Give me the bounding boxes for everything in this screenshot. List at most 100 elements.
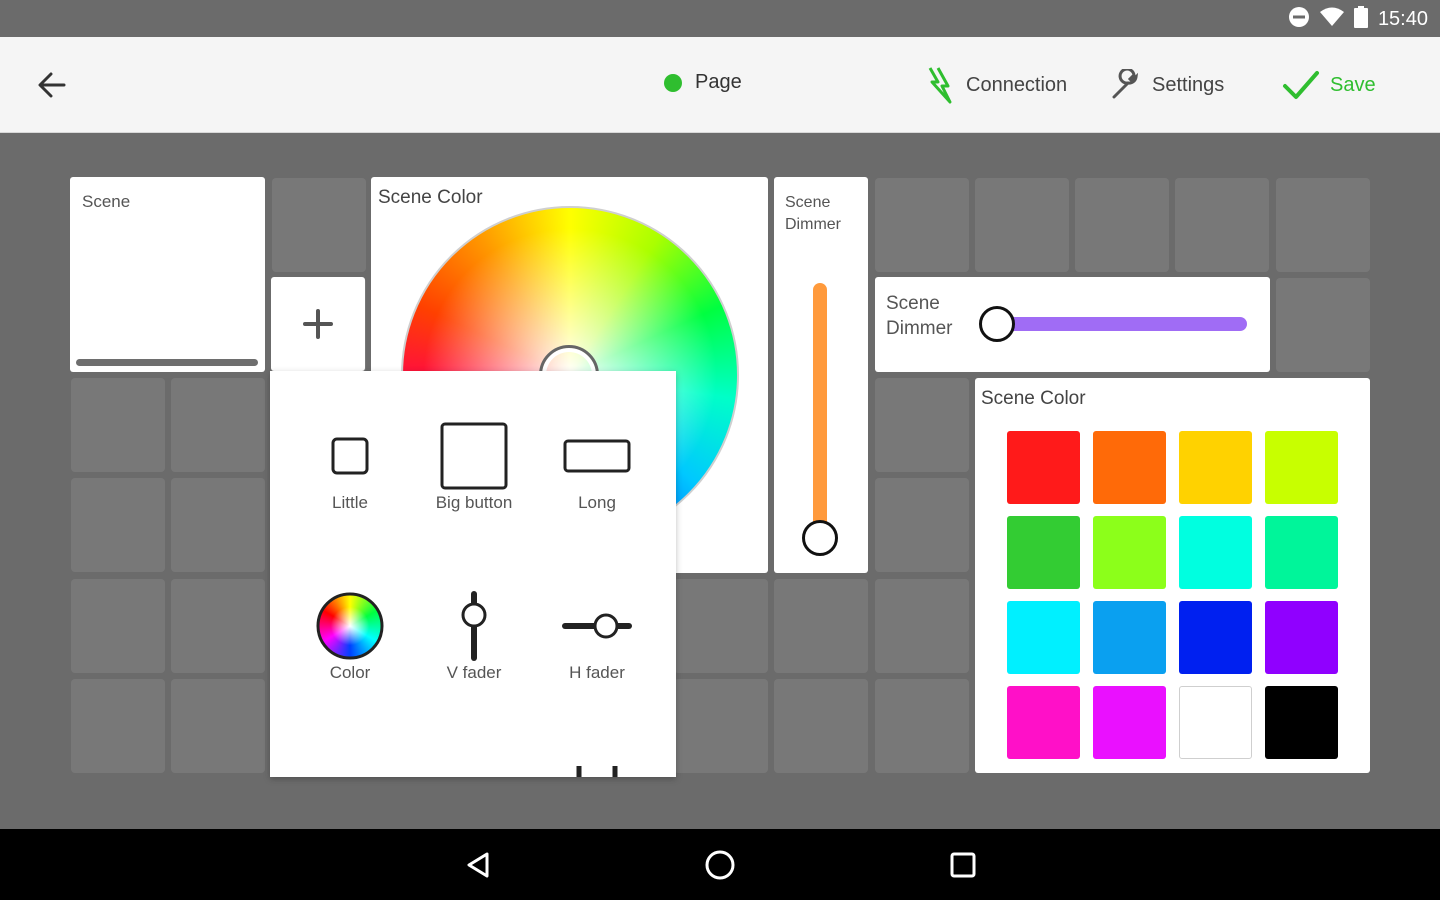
vertical-fader-knob[interactable] — [802, 520, 838, 556]
scene-dimmer-horizontal-tile[interactable]: Scene Dimmer — [875, 277, 1270, 372]
widget-long-label: Long — [578, 493, 616, 512]
color-swatch[interactable] — [1007, 516, 1080, 589]
color-swatch[interactable] — [1007, 431, 1080, 504]
widget-h-fader-label: H fader — [569, 663, 625, 682]
connection-button[interactable]: Connection — [924, 63, 1067, 107]
widget-color-wheel[interactable]: Color — [285, 581, 415, 701]
empty-grid-cell[interactable] — [71, 478, 165, 572]
page-grid: Scene Scene Color Scene Dimmer Scene Dim… — [0, 133, 1440, 829]
settings-button[interactable]: Settings — [1110, 63, 1224, 107]
widget-h-fader[interactable]: H fader — [532, 581, 662, 701]
color-swatch[interactable] — [1265, 686, 1338, 759]
color-swatch[interactable] — [1179, 431, 1252, 504]
wifi-icon — [1319, 7, 1344, 32]
empty-grid-cell[interactable] — [171, 579, 265, 673]
empty-grid-cell[interactable] — [1075, 178, 1169, 272]
widget-color-label: Color — [329, 663, 371, 682]
scene-dimmer-horizontal-label: Scene Dimmer — [886, 293, 953, 339]
color-swatch[interactable] — [1093, 431, 1166, 504]
empty-grid-cell[interactable] — [875, 378, 969, 472]
color-swatch[interactable] — [1179, 601, 1252, 674]
empty-grid-cell[interactable] — [875, 478, 969, 572]
little-button-icon — [331, 437, 369, 475]
empty-grid-cell[interactable] — [272, 178, 366, 272]
plus-icon — [303, 309, 333, 339]
empty-grid-cell[interactable] — [171, 378, 265, 472]
color-swatch[interactable] — [1007, 686, 1080, 759]
widget-little-button[interactable]: Little — [285, 411, 415, 531]
battery-icon — [1353, 5, 1368, 33]
save-button[interactable]: Save — [1282, 63, 1376, 107]
empty-grid-cell[interactable] — [1276, 278, 1370, 372]
widget-long-button[interactable]: Long — [532, 411, 662, 531]
scene-dimmer-vertical-label: Scene Dimmer — [785, 194, 841, 233]
empty-grid-cell[interactable] — [674, 579, 768, 673]
empty-grid-cell[interactable] — [171, 478, 265, 572]
page-label: Page — [695, 71, 742, 93]
status-bar: 15:40 — [0, 0, 1440, 37]
big-button-icon — [440, 422, 508, 490]
empty-grid-cell[interactable] — [774, 679, 868, 773]
clock-time: 15:40 — [1377, 7, 1428, 30]
scene-color-wheel-label: Scene Color — [378, 187, 483, 208]
color-swatch[interactable] — [1265, 601, 1338, 674]
scene-color-palette-tile[interactable]: Scene Color — [975, 378, 1370, 773]
do-not-disturb-icon — [1288, 6, 1310, 33]
empty-grid-cell[interactable] — [875, 679, 969, 773]
page-status-dot — [664, 73, 682, 92]
empty-grid-cell[interactable] — [71, 579, 165, 673]
vertical-fader-track[interactable] — [813, 283, 827, 538]
scene-button-indicator — [76, 359, 258, 366]
page-indicator[interactable]: Page — [664, 71, 742, 94]
arrow-left-icon — [38, 72, 66, 98]
widget-big-button-label: Big button — [435, 493, 513, 512]
empty-grid-cell[interactable] — [674, 679, 768, 773]
widget-v-fader-label: V fader — [446, 663, 502, 682]
color-swatch[interactable] — [1093, 686, 1166, 759]
scene-button-tile[interactable]: Scene — [70, 177, 265, 372]
status-icons: 15:40 — [1288, 5, 1428, 33]
scene-color-palette-label: Scene Color — [981, 388, 1086, 409]
long-button-icon — [563, 439, 631, 473]
color-swatch[interactable] — [1093, 516, 1166, 589]
add-widget-button[interactable] — [271, 277, 365, 371]
empty-grid-cell[interactable] — [171, 679, 265, 773]
square-recents-icon — [950, 852, 976, 878]
color-swatch[interactable] — [1265, 516, 1338, 589]
connection-icon — [928, 67, 952, 104]
color-swatch[interactable] — [1179, 686, 1252, 759]
save-label: Save — [1330, 73, 1376, 96]
horizontal-fader-track[interactable] — [997, 317, 1247, 331]
widget-picker-popup: Little Big button Long Color V fader H f… — [270, 371, 676, 777]
horizontal-fader-knob[interactable] — [979, 306, 1015, 342]
connection-label: Connection — [966, 73, 1068, 96]
nav-recents-button[interactable] — [941, 845, 985, 885]
empty-grid-cell[interactable] — [71, 679, 165, 773]
color-swatch[interactable] — [1265, 431, 1338, 504]
empty-grid-cell[interactable] — [975, 178, 1069, 272]
color-swatch[interactable] — [1093, 601, 1166, 674]
triangle-back-icon — [467, 852, 489, 878]
color-wheel-icon — [316, 592, 384, 660]
system-navigation-bar — [0, 829, 1440, 900]
empty-grid-cell[interactable] — [774, 579, 868, 673]
widget-v-fader[interactable]: V fader — [409, 581, 539, 701]
widget-partial-item[interactable] — [575, 765, 619, 777]
color-swatch[interactable] — [1179, 516, 1252, 589]
empty-grid-cell[interactable] — [875, 579, 969, 673]
widget-big-button[interactable]: Big button — [409, 411, 539, 531]
settings-label: Settings — [1152, 73, 1225, 96]
partial-widget-icon — [576, 766, 618, 777]
back-button[interactable] — [30, 65, 74, 105]
scene-button-label: Scene — [82, 192, 131, 211]
empty-grid-cell[interactable] — [1175, 178, 1269, 272]
app-bar: Page Connection Settings Save — [0, 37, 1440, 133]
scene-dimmer-vertical-tile[interactable]: Scene Dimmer — [774, 177, 868, 573]
nav-home-button[interactable] — [698, 845, 742, 885]
color-swatch[interactable] — [1007, 601, 1080, 674]
nav-back-button[interactable] — [456, 845, 500, 885]
v-fader-icon — [461, 591, 487, 661]
empty-grid-cell[interactable] — [875, 178, 969, 272]
empty-grid-cell[interactable] — [71, 378, 165, 472]
empty-grid-cell[interactable] — [1276, 178, 1370, 272]
